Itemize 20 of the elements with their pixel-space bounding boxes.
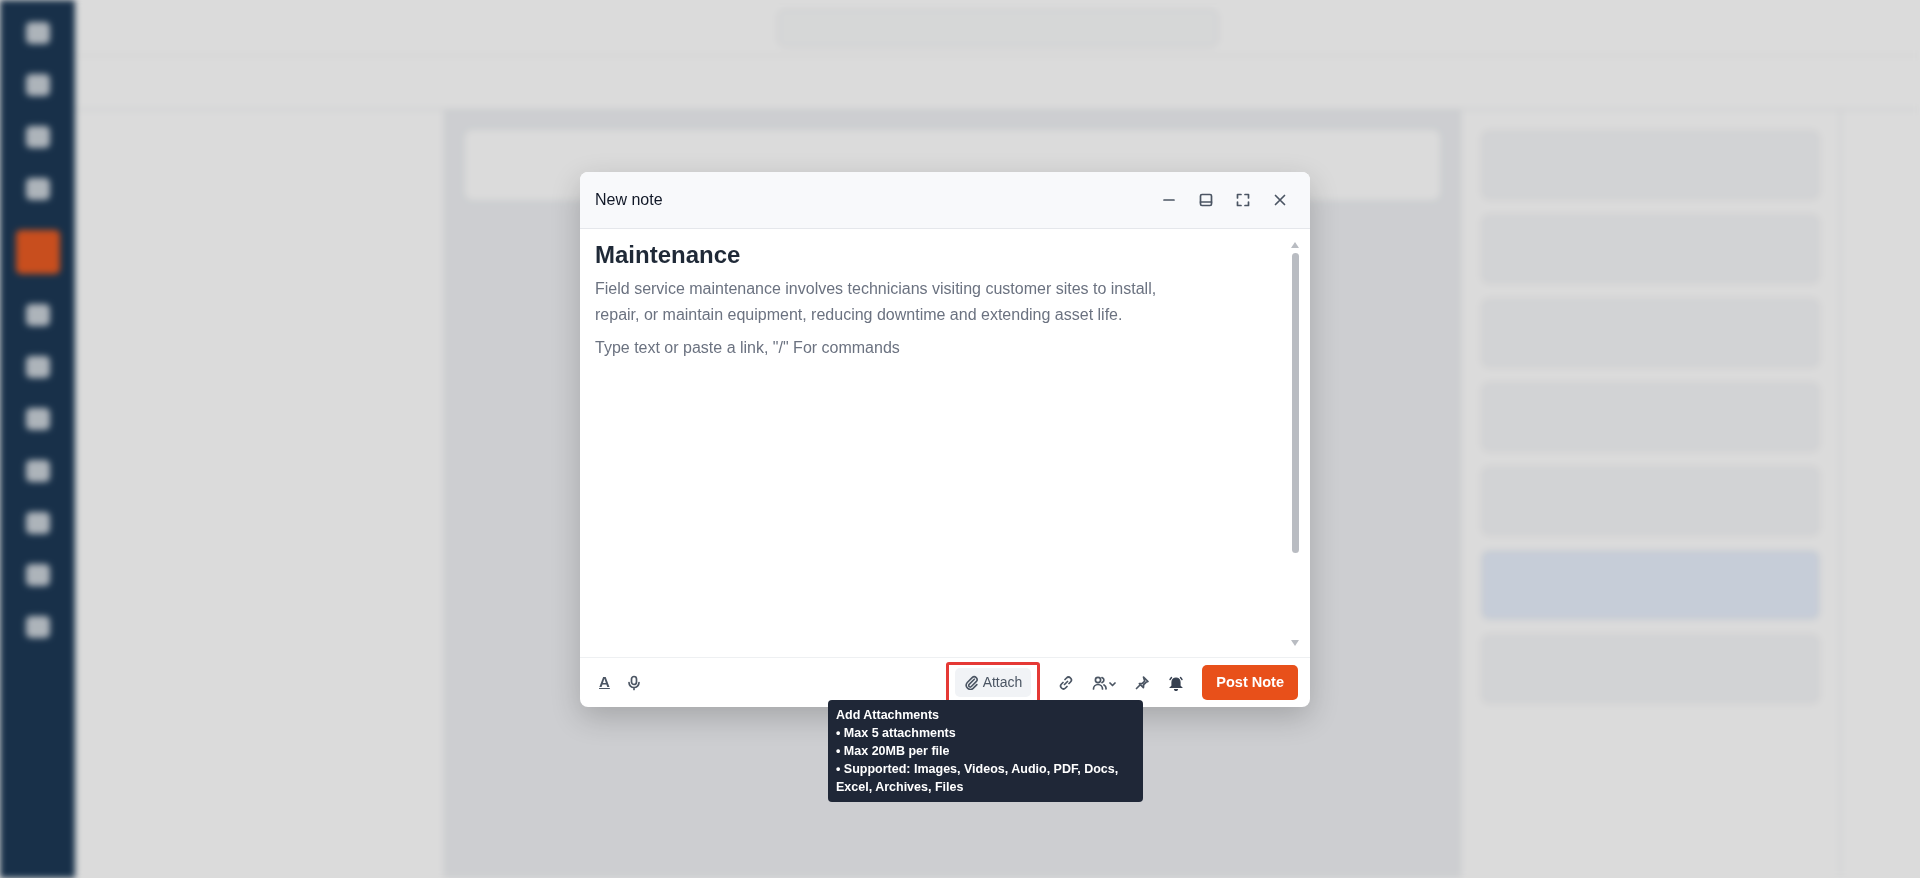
pin-icon[interactable] [1134,674,1151,691]
close-icon[interactable] [1272,192,1288,208]
note-heading: Maintenance [595,241,742,270]
bell-icon[interactable] [1168,674,1185,691]
tooltip-line: • Max 20MB per file [836,743,951,760]
panel-icon[interactable] [1198,192,1214,208]
people-icon[interactable] [1092,674,1117,691]
note-paragraph: Field service maintenance involves technicians visiting customer sites to install, repair, or maintain equipment, reducing downtime and extending asset life. [595,278,1158,325]
microphone-icon[interactable] [625,674,642,691]
editor-placeholder: Type text or paste a link, "/" For commands [595,337,900,358]
tooltip-line: • Max 5 attachments [836,725,957,742]
tooltip-title: Add Attachments [836,707,940,724]
post-note-button[interactable]: Post Note [1202,664,1298,701]
paperclip-icon [963,675,979,690]
attach-button[interactable]: Attach [954,668,1032,697]
link-icon[interactable] [1058,674,1075,691]
text-format-button[interactable]: A [595,669,614,696]
tooltip-line: • Supported: Images, Videos, Audio, PDF, Docs, Excel, Archives, Files [836,761,1120,796]
dialog-title: New note [595,190,664,210]
fullscreen-icon[interactable] [1235,192,1251,208]
